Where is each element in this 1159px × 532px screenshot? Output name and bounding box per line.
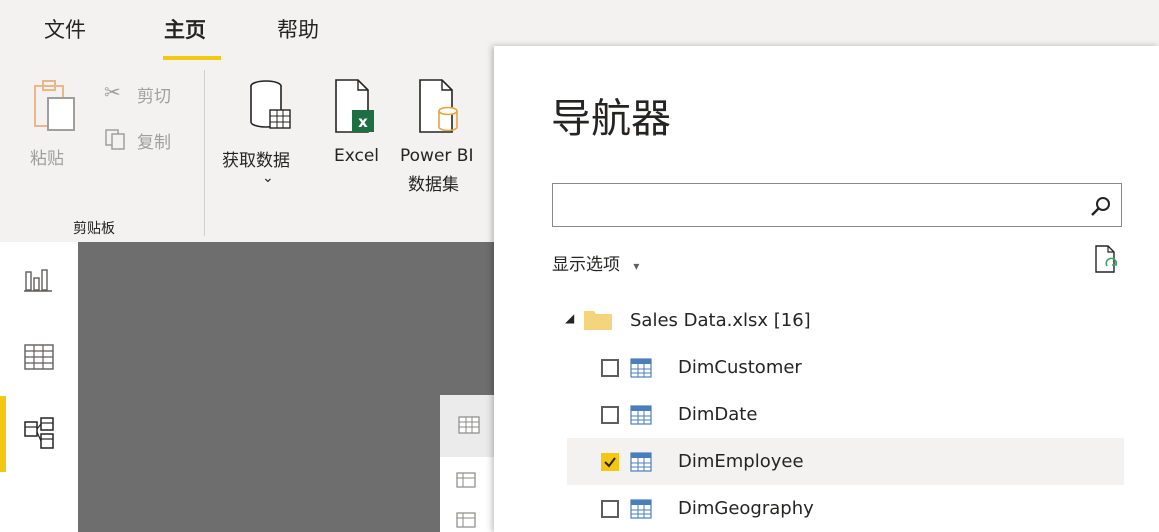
tree-item-label: DimDate (678, 404, 758, 425)
powerbi-label-line2: 数据集 (408, 175, 459, 195)
powerbi-dataset-icon (419, 79, 458, 133)
excel-label: Excel (334, 146, 380, 166)
chevron-down-icon: ⌄ (262, 170, 274, 186)
navigator-title: 导航器 (551, 96, 671, 142)
table-icon (456, 472, 476, 488)
table-icon (456, 512, 476, 528)
powerbi-datasets-button[interactable]: Power BI 数据集 (400, 78, 494, 198)
folder-icon (584, 311, 612, 330)
tree-item-label: DimCustomer (678, 357, 802, 378)
database-icon (250, 80, 291, 129)
model-view-button[interactable] (22, 416, 56, 450)
get-data-button[interactable]: 获取数据 ⌄ (220, 78, 320, 198)
ribbon-separator (204, 70, 205, 236)
navigator-search-box[interactable] (552, 183, 1122, 227)
table-icon (630, 358, 652, 378)
paste-button[interactable]: 粘贴 (20, 78, 90, 178)
cut-label: 剪切 (137, 87, 171, 107)
get-data-label: 获取数据 (222, 151, 290, 171)
tree-item-label: DimEmployee (678, 451, 804, 472)
display-options-label: 显示选项 (552, 255, 620, 275)
data-view-button[interactable] (22, 340, 56, 374)
cut-button[interactable]: ✂ 剪切 (104, 80, 194, 110)
tree-item-dimcustomer[interactable]: DimCustomer (567, 344, 1124, 391)
svg-text:x: x (358, 113, 368, 131)
copy-button[interactable]: 复制 (104, 126, 194, 156)
model-diagram-icon (24, 417, 54, 449)
checkbox-checked[interactable] (601, 453, 619, 471)
expand-triangle-icon[interactable]: ◢ (565, 311, 574, 325)
table-icon (630, 452, 652, 472)
scissors-icon: ✂ (104, 80, 121, 104)
table-icon (630, 499, 652, 519)
tree-item-dimgeography[interactable]: DimGeography (567, 485, 1124, 532)
active-tab-indicator (163, 56, 221, 60)
tree-item-label: DimGeography (678, 498, 814, 519)
table-grid-icon (24, 344, 54, 370)
excel-button[interactable]: x Excel (330, 78, 390, 178)
checkbox[interactable] (601, 359, 619, 377)
active-view-indicator (0, 396, 6, 472)
refresh-preview-icon[interactable] (1093, 244, 1121, 276)
paste-label: 粘贴 (30, 149, 64, 169)
tab-help[interactable]: 帮助 (277, 14, 319, 44)
copy-label: 复制 (137, 133, 171, 153)
bar-chart-icon (24, 269, 52, 292)
powerbi-label-line1: Power BI (400, 146, 474, 166)
copy-icon (105, 129, 125, 150)
tree-root-node[interactable]: ◢ Sales Data.xlsx [16] (565, 297, 1124, 344)
caret-down-icon: ▾ (633, 259, 640, 273)
tab-file[interactable]: 文件 (44, 14, 86, 44)
tab-home[interactable]: 主页 (164, 14, 206, 44)
tree-item-dimdate[interactable]: DimDate (567, 391, 1124, 438)
excel-icon: x (335, 79, 374, 133)
table-icon (630, 405, 652, 425)
display-options-dropdown[interactable]: 显示选项 ▾ (552, 250, 639, 275)
checkmark-icon (604, 457, 616, 468)
model-canvas[interactable] (78, 242, 496, 532)
tree-item-dimemployee[interactable]: DimEmployee (567, 438, 1124, 485)
clipboard-icon (34, 80, 75, 131)
checkbox[interactable] (601, 406, 619, 424)
report-view-button[interactable] (22, 262, 56, 296)
search-icon[interactable] (1090, 195, 1112, 217)
navigator-search-input[interactable] (561, 184, 1085, 226)
tree-root-label: Sales Data.xlsx [16] (630, 310, 811, 331)
table-icon (458, 416, 480, 434)
checkbox[interactable] (601, 500, 619, 518)
clipboard-group-label: 剪贴板 (73, 221, 115, 237)
